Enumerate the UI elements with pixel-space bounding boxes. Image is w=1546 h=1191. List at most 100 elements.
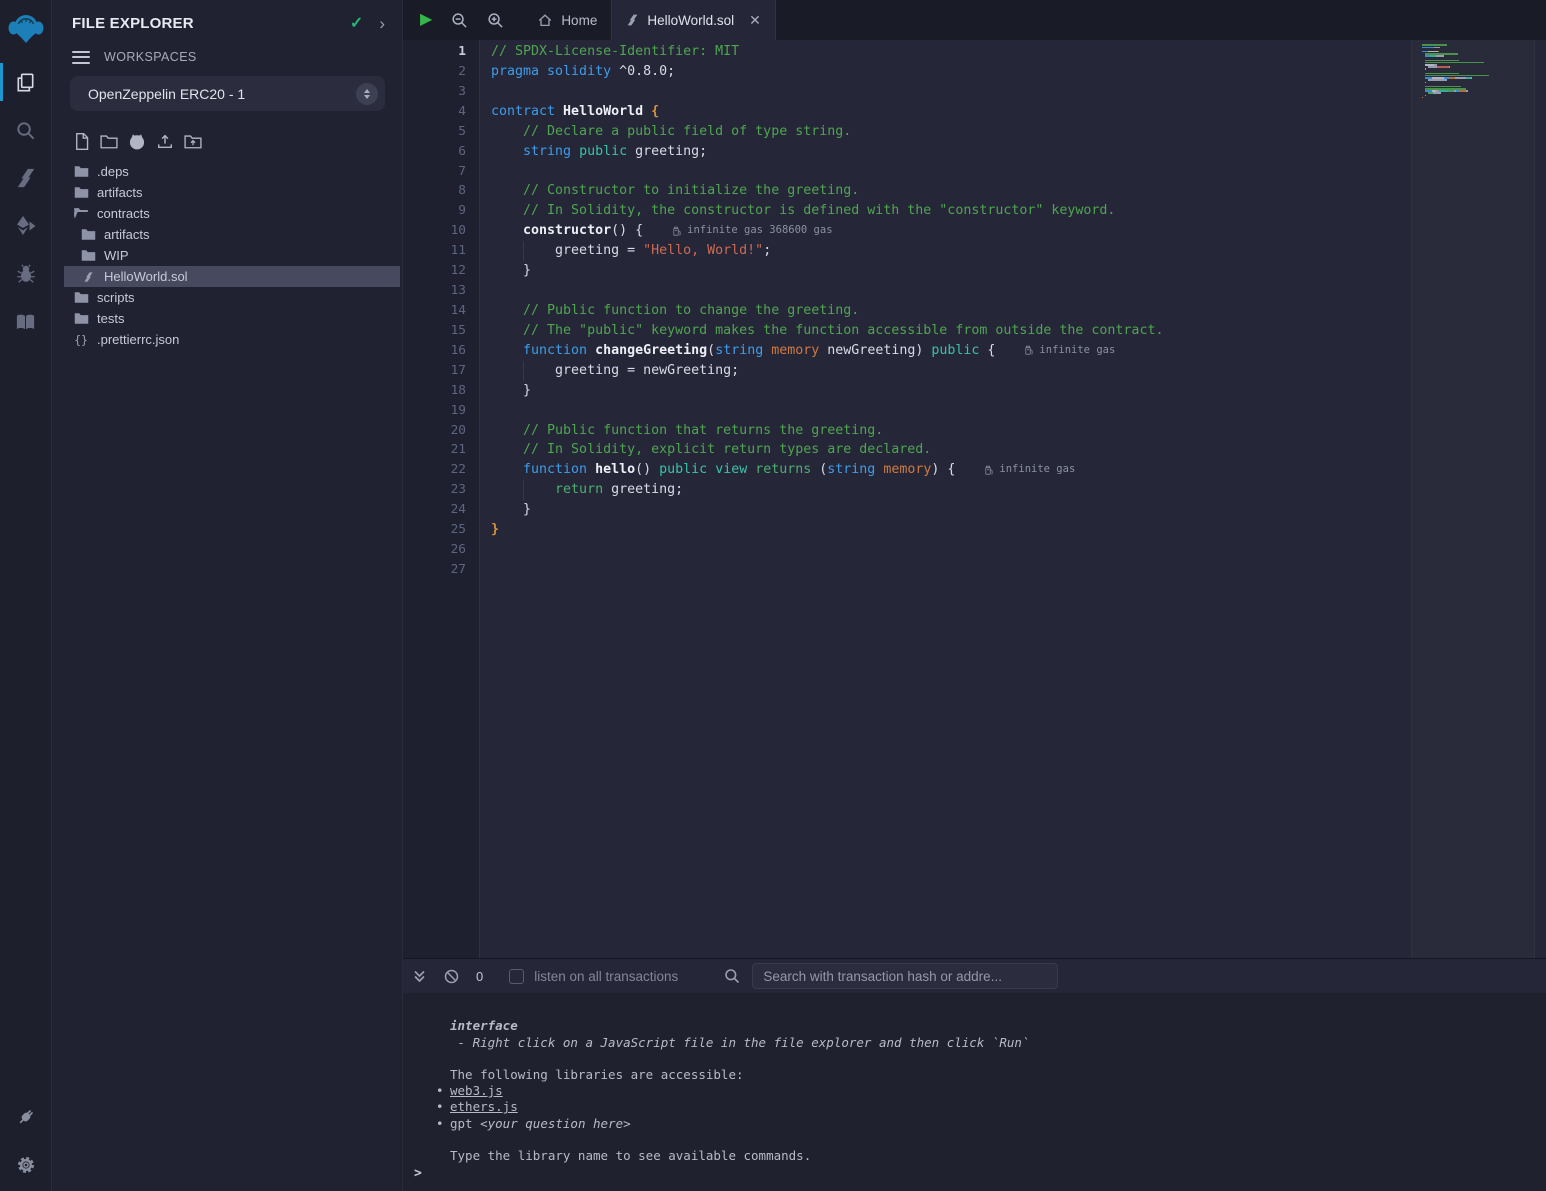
tree-item-tests[interactable]: tests (64, 308, 400, 329)
clear-console-icon[interactable] (444, 969, 459, 984)
terminal-line-gutter (436, 1132, 450, 1148)
workspace-select[interactable]: OpenZeppelin ERC20 - 1 (70, 76, 385, 111)
file-tree: .depsartifactscontractsartifactsWIPHello… (52, 161, 402, 350)
new-file-icon[interactable] (71, 130, 91, 152)
terminal-line: Type the library name to see available c… (436, 1148, 1546, 1164)
tree-item-label: artifacts (97, 185, 143, 200)
line-number: 13 (403, 281, 479, 301)
code-line-19: 19 (403, 401, 1411, 421)
tab-label: HelloWorld.sol (647, 13, 734, 28)
solidity-compiler-icon[interactable] (0, 154, 51, 202)
terminal-output[interactable]: interface - Right click on a JavaScript … (403, 993, 1546, 1191)
code-line-24: 24 } (403, 500, 1411, 520)
collapse-terminal-icon[interactable] (412, 969, 427, 984)
code-line-21: 21 // In Solidity, explicit return types… (403, 440, 1411, 460)
code-text: } (479, 500, 531, 520)
code-text (479, 540, 491, 560)
tree-item-artifacts[interactable]: artifacts (64, 224, 400, 245)
publish-workspace-icon[interactable] (155, 130, 175, 152)
editor-region: ▶ Home (403, 0, 1546, 1191)
minimap-line (1422, 101, 1534, 103)
tree-item-scripts[interactable]: scripts (64, 287, 400, 308)
folder-icon (80, 228, 96, 241)
workspace-switch-icon (356, 83, 378, 105)
zoom-in-icon[interactable] (487, 12, 504, 29)
workspaces-menu-icon[interactable] (72, 51, 90, 64)
editor-actions: ▶ (403, 0, 523, 40)
chevron-right-icon[interactable]: › (379, 15, 385, 32)
minimap[interactable] (1411, 40, 1534, 958)
terminal-link-web3js[interactable]: web3.js (450, 1083, 503, 1098)
line-number: 1 (403, 42, 479, 62)
learneth-book-icon[interactable] (0, 298, 51, 346)
tree-item-wip[interactable]: WIP (64, 245, 400, 266)
line-number: 4 (403, 102, 479, 122)
gas-estimate-annotation: infinite gas (985, 460, 1075, 480)
terminal-line-text: gpt <your question here> (450, 1116, 631, 1132)
code-text: return greeting; (479, 480, 683, 500)
tree-item--deps[interactable]: .deps (64, 161, 400, 182)
line-number: 12 (403, 261, 479, 281)
terminal-line (436, 1051, 1546, 1067)
close-tab-icon[interactable]: ✕ (749, 12, 761, 29)
new-folder-icon[interactable] (99, 130, 119, 152)
code-line-27: 27 (403, 560, 1411, 580)
code-text: // SPDX-License-Identifier: MIT (479, 42, 739, 62)
code-text: pragma solidity ^0.8.0; (479, 62, 675, 82)
terminal-line-text (450, 1051, 458, 1067)
checkmark-icon[interactable]: ✓ (350, 13, 363, 33)
folder-open-icon (73, 207, 89, 220)
line-number: 3 (403, 82, 479, 102)
terminal-line-text: Type the library name to see available c… (450, 1148, 811, 1164)
code-text (479, 401, 491, 421)
tab-helloworld-sol[interactable]: HelloWorld.sol ✕ (611, 0, 776, 40)
line-number: 11 (403, 241, 479, 261)
code-line-23: 23 return greeting; (403, 480, 1411, 500)
run-script-icon[interactable]: ▶ (420, 12, 432, 28)
debugger-icon[interactable] (0, 250, 51, 298)
folder-icon (73, 291, 89, 304)
tree-item-artifacts[interactable]: artifacts (64, 182, 400, 203)
code-text: string public greeting; (479, 142, 707, 162)
listen-transactions-label[interactable]: listen on all transactions (534, 969, 678, 984)
listen-transactions-checkbox[interactable] (509, 969, 524, 984)
deploy-run-icon[interactable] (0, 202, 51, 250)
code-editor[interactable]: 1// SPDX-License-Identifier: MIT2pragma … (403, 40, 1411, 958)
search-icon[interactable] (0, 106, 51, 154)
line-number: 24 (403, 500, 479, 520)
folder-icon (73, 165, 89, 178)
code-text: // Public function to change the greetin… (479, 301, 859, 321)
terminal-prompt: > (414, 1166, 422, 1182)
github-icon[interactable] (127, 130, 147, 152)
terminal-line-gutter (436, 1035, 450, 1051)
tree-item-helloworld-sol[interactable]: HelloWorld.sol (64, 266, 400, 287)
remix-logo[interactable] (0, 0, 51, 58)
code-line-26: 26 (403, 540, 1411, 560)
tree-item-contracts[interactable]: contracts (64, 203, 400, 224)
file-explorer-icon[interactable] (0, 58, 51, 106)
restore-backup-icon[interactable] (183, 130, 203, 152)
code-line-14: 14 // Public function to change the gree… (403, 301, 1411, 321)
editor-scrollbar[interactable] (1534, 40, 1546, 958)
tree-item-label: .deps (97, 164, 129, 179)
terminal-search-input[interactable] (752, 963, 1058, 989)
terminal-link-ethersjs[interactable]: ethers.js (450, 1099, 518, 1114)
code-text: constructor() {infinite gas 368600 gas (479, 221, 833, 241)
line-number: 19 (403, 401, 479, 421)
terminal-line: interface (436, 1018, 1546, 1034)
code-text: function changeGreeting(string memory ne… (479, 341, 1115, 361)
code-text: contract HelloWorld { (479, 102, 659, 122)
workspaces-label: WORKSPACES (104, 50, 197, 64)
plugin-manager-icon[interactable] (0, 1093, 51, 1141)
tree-item--prettierrc-json[interactable]: {}.prettierrc.json (64, 329, 400, 350)
line-number: 22 (403, 460, 479, 480)
zoom-out-icon[interactable] (451, 12, 468, 29)
solidity-file-icon (626, 13, 639, 27)
workspaces-row: WORKSPACES (72, 50, 402, 64)
line-number: 26 (403, 540, 479, 560)
json-icon: {} (73, 333, 89, 347)
settings-gear-icon[interactable] (0, 1141, 51, 1189)
tab-home[interactable]: Home (523, 0, 611, 40)
tree-item-label: HelloWorld.sol (104, 269, 188, 284)
code-line-11: 11 greeting = "Hello, World!"; (403, 241, 1411, 261)
